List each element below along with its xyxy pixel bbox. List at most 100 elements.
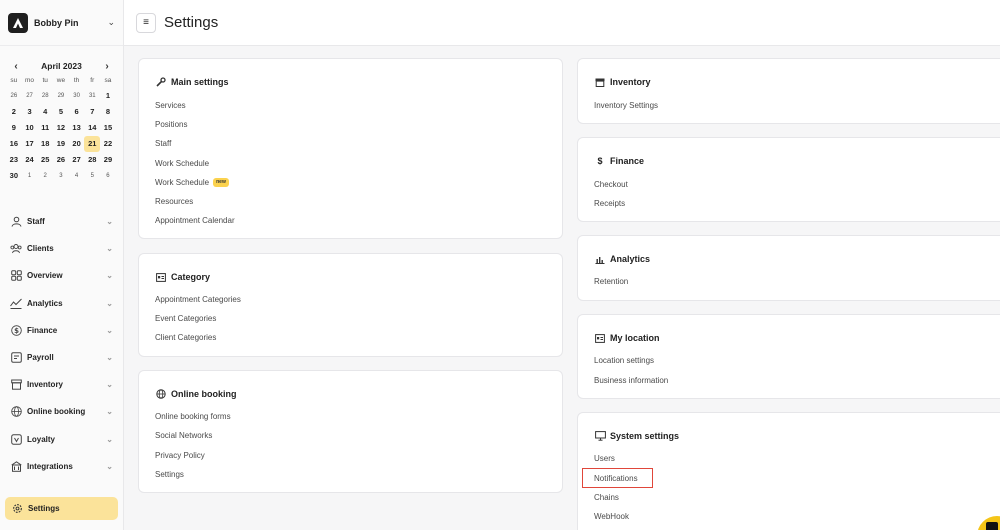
calendar-day[interactable]: 23 [6, 152, 22, 168]
calendar-day[interactable]: 24 [22, 152, 38, 168]
sidebar-item-payroll[interactable]: Payroll ⌄ [0, 344, 123, 371]
calendar-day[interactable]: 5 [84, 168, 100, 184]
prev-month-icon[interactable]: ‹ [10, 61, 22, 72]
calendar-day[interactable]: 15 [100, 120, 116, 136]
calendar-day[interactable]: 4 [37, 104, 53, 120]
link-webhook[interactable]: WebHook [594, 511, 629, 523]
calendar-day[interactable]: 28 [37, 88, 53, 104]
calendar-day[interactable]: 25 [37, 152, 53, 168]
sidebar-item-label: Inventory [27, 380, 64, 390]
calendar-day[interactable]: 11 [37, 120, 53, 136]
dollar-icon: $ [597, 156, 603, 166]
link-appointment-calendar[interactable]: Appointment Calendar [155, 215, 235, 227]
link-positions[interactable]: Positions [155, 119, 187, 131]
calendar-day[interactable]: 27 [69, 152, 85, 168]
link-services[interactable]: Services [155, 100, 186, 112]
calendar-day[interactable]: 3 [22, 104, 38, 120]
calendar-day[interactable]: 4 [69, 168, 85, 184]
calendar-day[interactable]: 3 [53, 168, 69, 184]
calendar-day[interactable]: 20 [69, 136, 85, 152]
chevron-down-icon: ⌄ [106, 217, 113, 227]
link-users[interactable]: Users [594, 453, 615, 465]
link-client-categories[interactable]: Client Categories [155, 332, 216, 344]
calendar-day[interactable]: 2 [6, 104, 22, 120]
card-title: Finance [610, 156, 645, 166]
svg-text:$: $ [14, 327, 19, 335]
sidebar-item-label: Finance [27, 325, 58, 335]
sidebar-item-integrations[interactable]: Integrations ⌄ [0, 453, 123, 480]
sidebar-item-settings[interactable]: Settings [5, 497, 118, 520]
sidebar-item-overview[interactable]: Overview ⌄ [0, 262, 123, 289]
calendar-day[interactable]: 29 [100, 152, 116, 168]
calendar-day[interactable]: 30 [69, 88, 85, 104]
link-privacy-policy[interactable]: Privacy Policy [155, 450, 205, 462]
chevron-down-icon: ⌄ [106, 271, 113, 281]
calendar-day[interactable]: 14 [84, 120, 100, 136]
calendar-day[interactable]: 6 [69, 104, 85, 120]
calendar-day[interactable]: 12 [53, 120, 69, 136]
sidebar-item-label: Staff [27, 217, 45, 227]
link-retention[interactable]: Retention [594, 276, 628, 288]
calendar-day[interactable]: 7 [84, 104, 100, 120]
link-staff[interactable]: Staff [155, 138, 171, 150]
next-month-icon[interactable]: › [101, 61, 113, 72]
link-online-booking-forms[interactable]: Online booking forms [155, 411, 231, 423]
link-event-categories[interactable]: Event Categories [155, 313, 216, 325]
sidebar-item-loyalty[interactable]: Loyalty ⌄ [0, 426, 123, 453]
online-booking-card: Online booking Online booking forms Soci… [138, 370, 563, 493]
calendar-day[interactable]: 1 [100, 88, 116, 104]
calendar-day[interactable]: 5 [53, 104, 69, 120]
inventory-card: Inventory Inventory Settings [577, 58, 1000, 124]
calendar-day[interactable]: 30 [6, 168, 22, 184]
link-resources[interactable]: Resources [155, 196, 193, 208]
calendar-day[interactable]: 26 [53, 152, 69, 168]
link-social-networks[interactable]: Social Networks [155, 430, 212, 442]
calendar-day[interactable]: 13 [69, 120, 85, 136]
chat-icon [986, 522, 998, 530]
gear-icon [11, 503, 23, 515]
link-checkout[interactable]: Checkout [594, 179, 628, 191]
link-appointment-categories[interactable]: Appointment Categories [155, 294, 241, 306]
link-inventory-settings[interactable]: Inventory Settings [594, 100, 658, 112]
calendar-day[interactable]: 6 [100, 168, 116, 184]
calendar-day[interactable]: 9 [6, 120, 22, 136]
account-switcher[interactable]: Bobby Pin ⌄ [0, 0, 123, 46]
calendar-day[interactable]: 26 [6, 88, 22, 104]
calendar-day[interactable]: 18 [37, 136, 53, 152]
link-receipts[interactable]: Receipts [594, 198, 625, 210]
link-chains[interactable]: Chains [594, 492, 619, 504]
sidebar-item-inventory[interactable]: Inventory ⌄ [0, 371, 123, 398]
sidebar-item-analytics[interactable]: Analytics ⌄ [0, 290, 123, 317]
chevron-down-icon: ⌄ [106, 244, 113, 254]
calendar-day[interactable]: 22 [100, 136, 116, 152]
chevron-down-icon: ⌄ [106, 380, 113, 390]
link-location-settings[interactable]: Location settings [594, 355, 654, 367]
calendar-day[interactable]: 29 [53, 88, 69, 104]
calendar-day[interactable]: 21 [84, 136, 101, 152]
calendar-day[interactable]: 2 [37, 168, 53, 184]
calendar-day[interactable]: 1 [22, 168, 38, 184]
user-icon [10, 216, 22, 228]
calendar-day[interactable]: 10 [22, 120, 38, 136]
link-settings[interactable]: Settings [155, 469, 184, 481]
integrations-icon [10, 460, 22, 472]
sidebar-item-finance[interactable]: $ Finance ⌄ [0, 317, 123, 344]
calendar-day[interactable]: 27 [22, 88, 38, 104]
calendar-day[interactable]: 8 [100, 104, 116, 120]
calendar-day[interactable]: 28 [84, 152, 100, 168]
menu-toggle-button[interactable]: ≡ [136, 12, 156, 33]
calendar-day[interactable]: 31 [84, 88, 100, 104]
chevron-down-icon: ⌄ [106, 434, 113, 444]
sidebar-item-staff[interactable]: Staff ⌄ [0, 208, 123, 235]
link-work-schedule[interactable]: Work Schedule [155, 158, 209, 170]
calendar-day[interactable]: 17 [22, 136, 38, 152]
calendar-day[interactable]: 16 [6, 136, 22, 152]
sidebar-item-clients[interactable]: Clients ⌄ [0, 235, 123, 262]
mini-calendar: ‹ April 2023 › su mo tu we th fr sa 26 27 28 29 30 3… [0, 46, 123, 190]
link-work-schedule-new[interactable]: Work Schedule new [155, 177, 229, 189]
wrench-icon [155, 76, 167, 88]
location-card-icon [594, 332, 606, 344]
calendar-day[interactable]: 19 [53, 136, 69, 152]
link-business-information[interactable]: Business information [594, 375, 668, 387]
sidebar-item-online-booking[interactable]: Online booking ⌄ [0, 398, 123, 425]
